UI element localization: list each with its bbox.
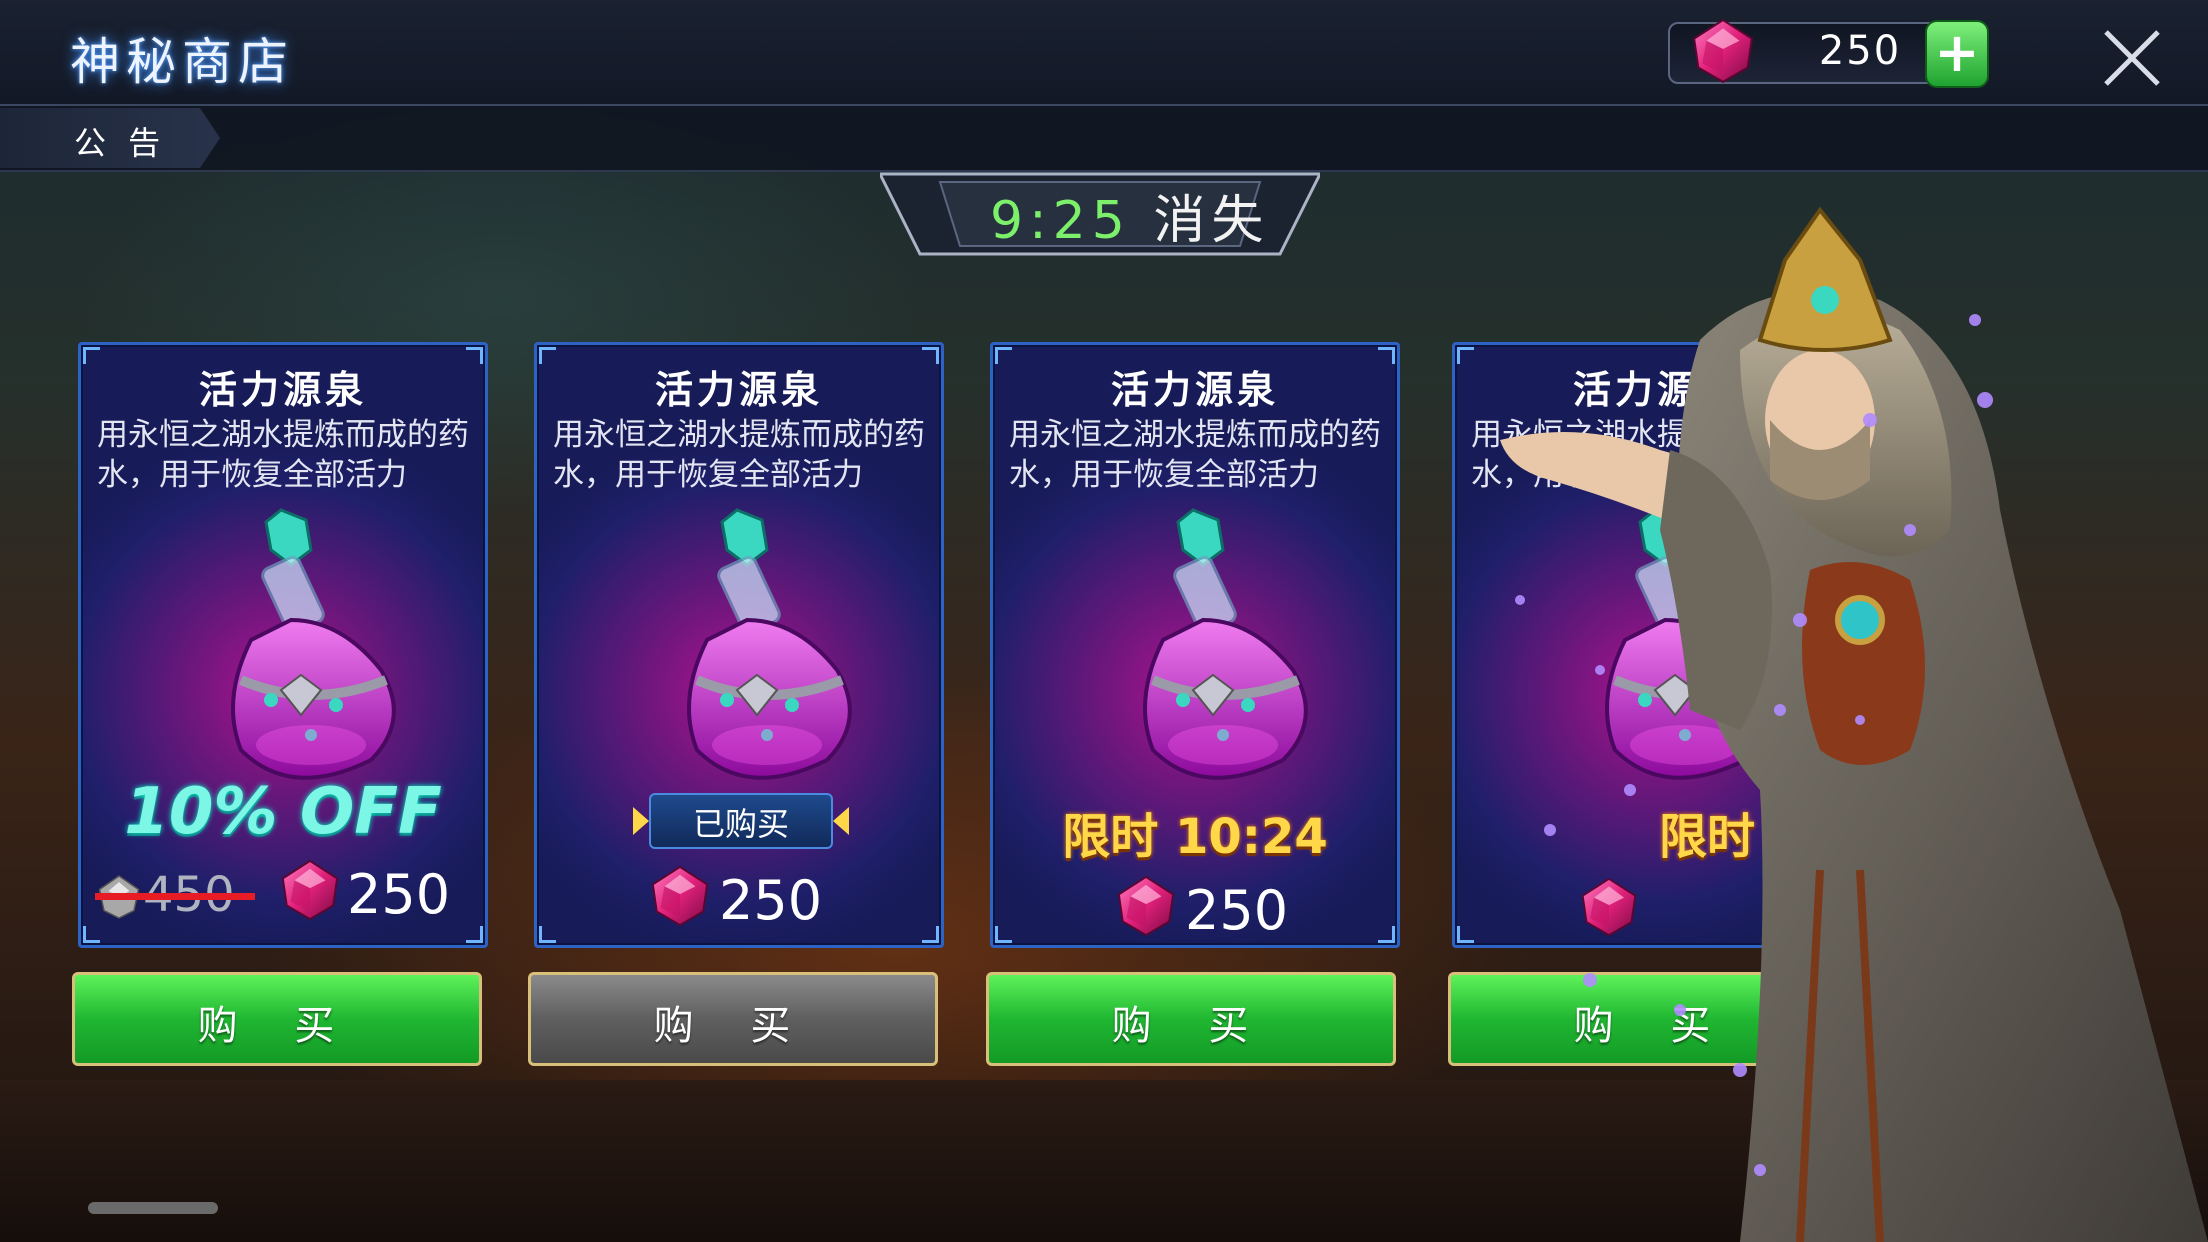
purchased-badge: 已购买 [633,793,849,849]
plus-icon: + [1934,21,1980,84]
arrow-right-icon [833,807,849,835]
add-currency-button[interactable]: + [1925,20,1989,88]
limited-time-label: 限时 10:24 [1062,809,1328,865]
timer: 9:25 消失 [990,178,1269,253]
timer-label: 消失 [1153,191,1270,251]
merchant-character [1500,206,2208,1242]
card-title: 活力源泉 [198,368,367,412]
tab-announcement-label: 公 告 [74,124,167,162]
price-row: 450 250 [81,857,485,927]
price-value: 250 [719,869,823,932]
close-icon[interactable] [2100,26,2164,90]
buy-label: 购 买 [1111,1003,1271,1049]
buy-button[interactable]: 购 买 [986,972,1396,1066]
potion-icon [1073,500,1333,800]
price-row: 250 [993,873,1397,943]
timer-time: 9:25 [990,191,1131,251]
strike-line [95,893,255,900]
card-title: 活力源泉 [654,368,823,412]
gem-icon [1115,875,1177,937]
purchased-label: 已购买 [692,805,789,843]
scroll-indicator[interactable] [88,1202,218,1214]
gem-icon [649,865,711,927]
price-value: 250 [1185,879,1289,942]
shop-card[interactable]: 活力源泉 用永恒之湖水提炼而成的药水，用于恢复全部活力 10% OFF 450 … [78,342,488,948]
arrow-left-icon [633,807,649,835]
buy-button-disabled[interactable]: 购 买 [528,972,938,1066]
price-row: 250 [537,863,941,933]
card-title: 活力源泉 [1110,368,1279,412]
gem-icon [1690,18,1756,84]
gem-icon [279,859,341,921]
shop-card[interactable]: 活力源泉 用永恒之湖水提炼而成的药水，用于恢复全部活力 已购买 250 [534,342,944,948]
potion-icon [161,500,421,800]
price-value: 250 [347,863,451,926]
potion-icon [617,500,877,800]
card-description: 用永恒之湖水提炼而成的药水，用于恢复全部活力 [553,417,925,493]
card-description: 用永恒之湖水提炼而成的药水，用于恢复全部活力 [97,417,469,493]
buy-label: 购 买 [653,1003,813,1049]
page-title: 神秘商店 [70,33,294,91]
currency-value: 250 [1818,28,1902,74]
buy-button[interactable]: 购 买 [72,972,482,1066]
buy-label: 购 买 [197,1003,357,1049]
shop-card[interactable]: 活力源泉 用永恒之湖水提炼而成的药水，用于恢复全部活力 限时 10:24 250 [990,342,1400,948]
card-description: 用永恒之湖水提炼而成的药水，用于恢复全部活力 [1009,417,1381,493]
discount-label: 10% OFF [124,775,442,849]
